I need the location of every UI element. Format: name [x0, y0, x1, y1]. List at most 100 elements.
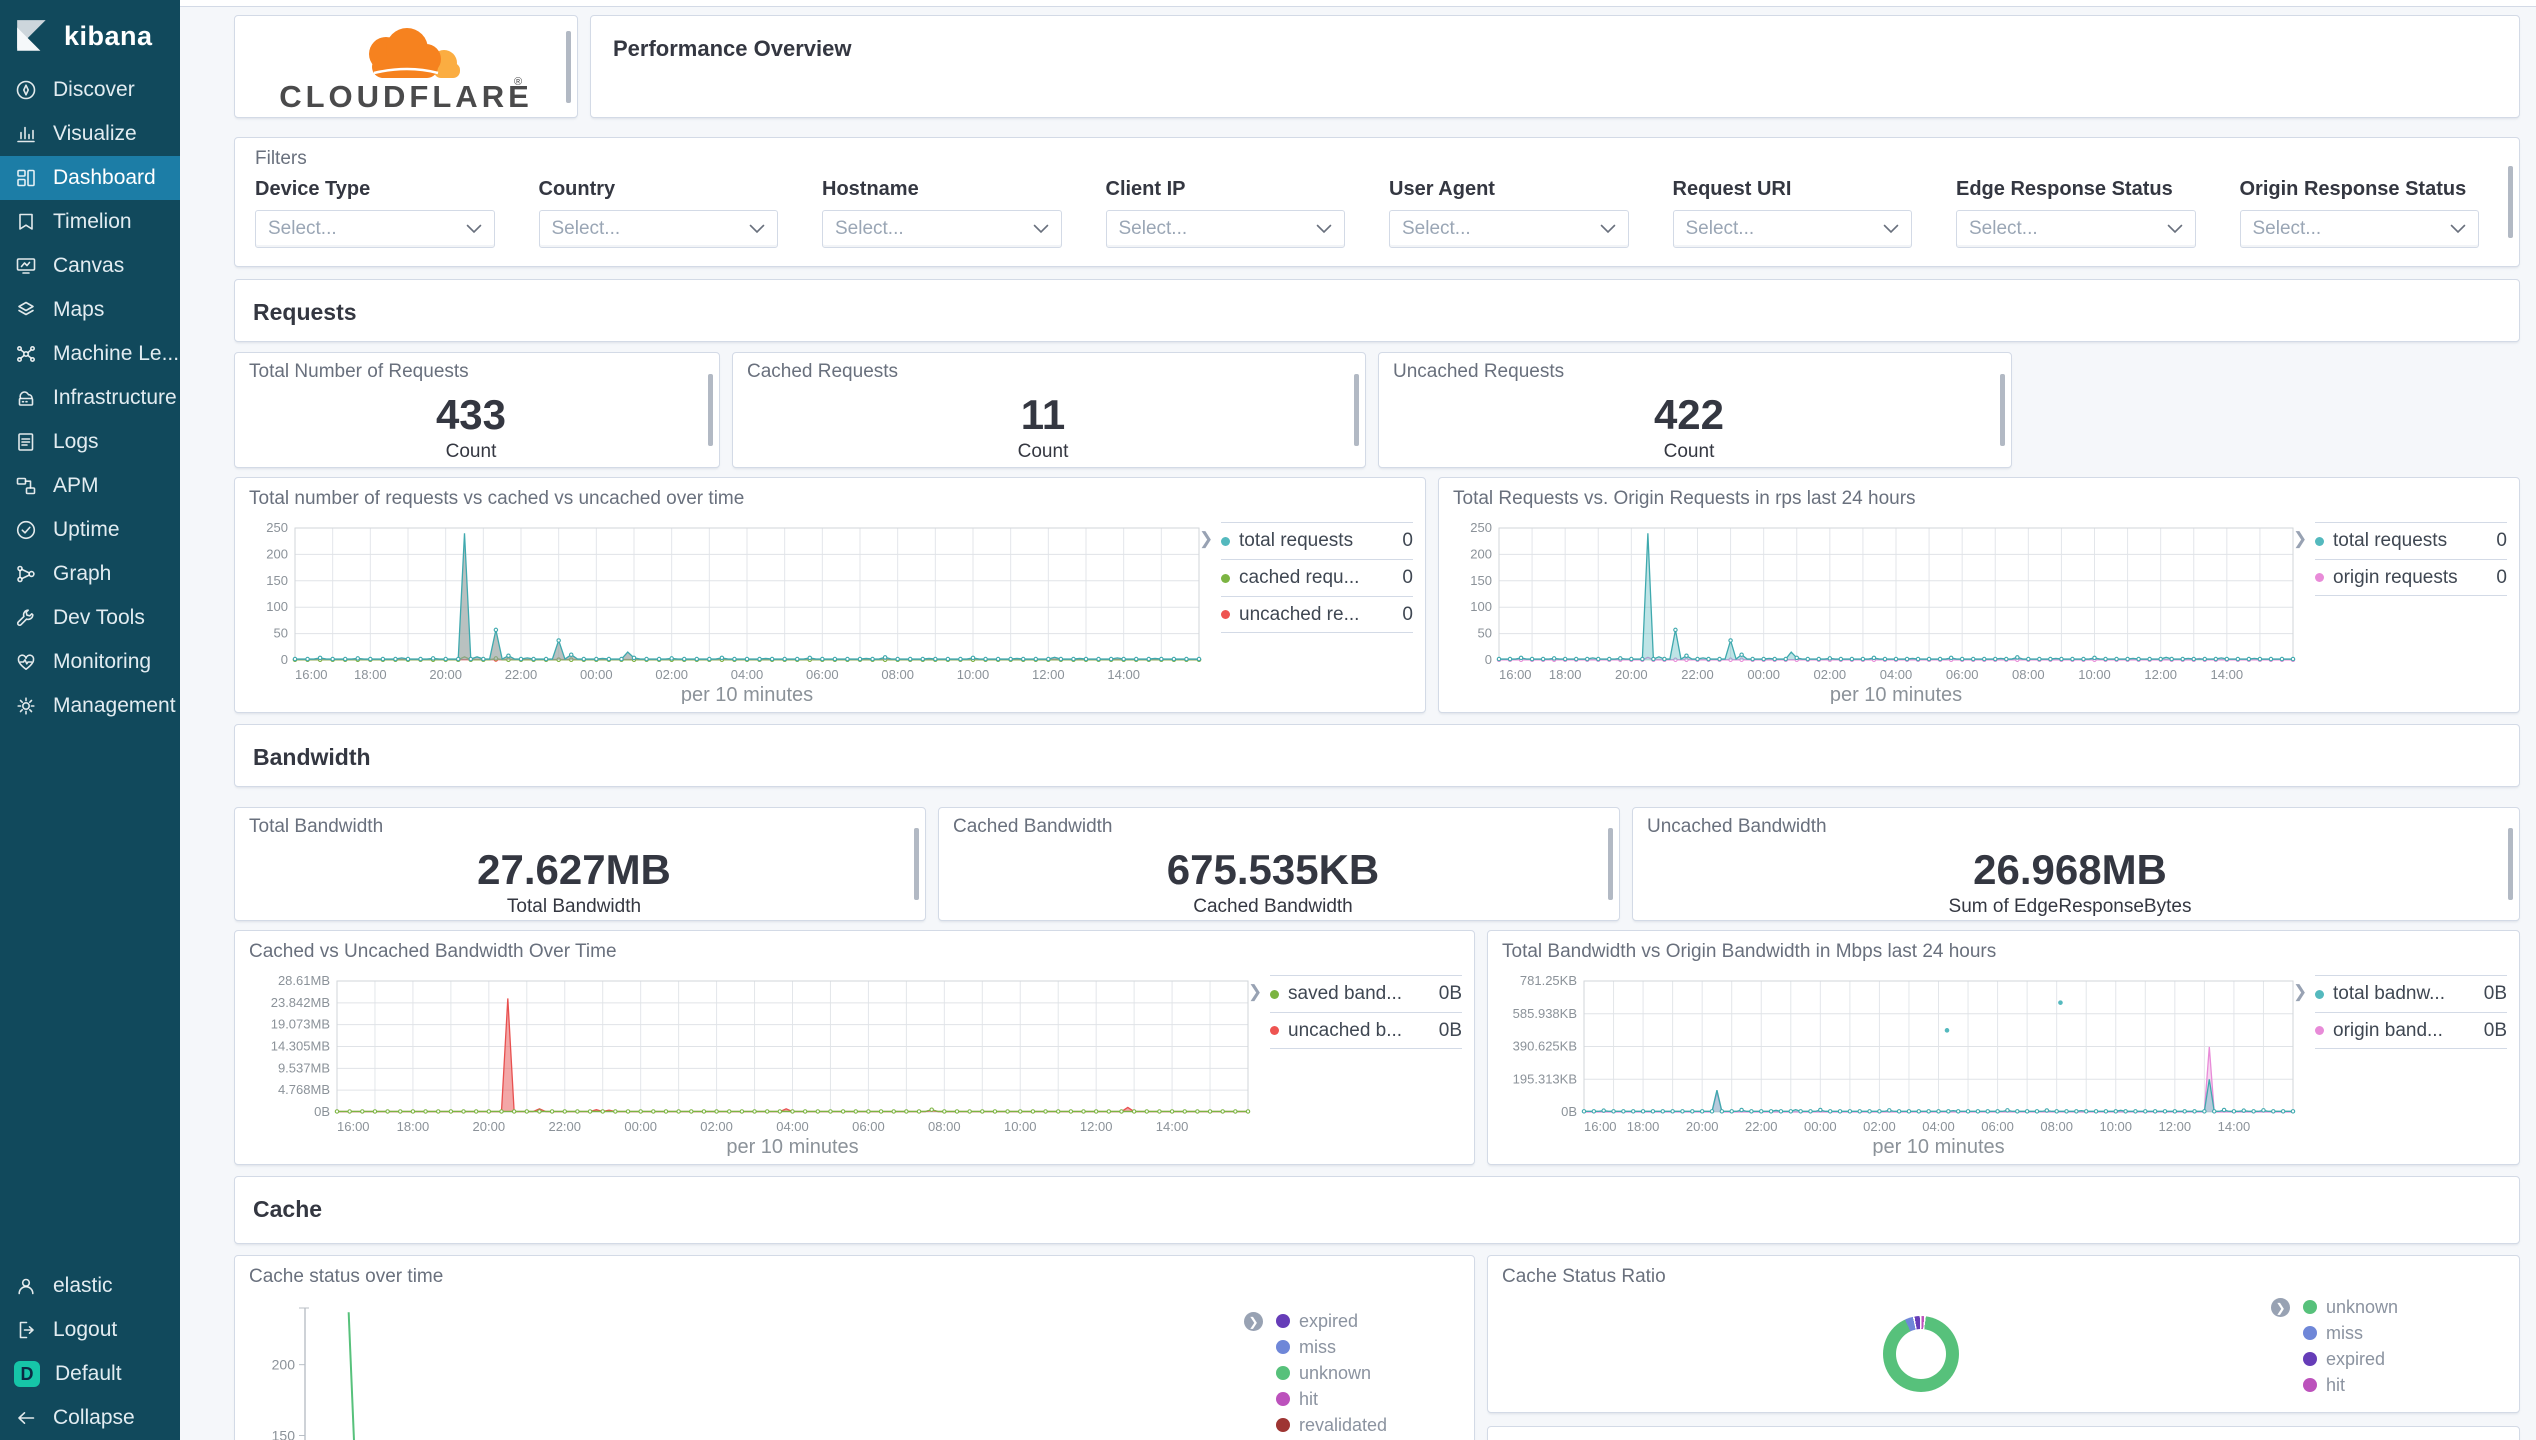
legend-item-saved-band[interactable]: saved band... 0B	[1270, 975, 1462, 1012]
sidebar-item-logs[interactable]: Logs	[0, 420, 180, 464]
legend-item-unknown[interactable]: unknown	[1276, 1360, 1446, 1386]
panel-drag-handle[interactable]	[914, 828, 919, 900]
chart-legend: ❯ unknown miss expired hit	[2271, 1294, 2473, 1398]
panel-requests-over-time: Total number of requests vs cached vs un…	[234, 477, 1426, 713]
sidebar-item-label: Uptime	[53, 518, 120, 541]
legend-item-cached-requ[interactable]: cached requ... 0	[1221, 559, 1413, 596]
sidebar-item-monitoring[interactable]: Monitoring	[0, 640, 180, 684]
panel-requests-vs-origin: Total Requests vs. Origin Requests in rp…	[1438, 477, 2520, 713]
sidebar-item-logout[interactable]: Logout	[0, 1308, 180, 1352]
sidebar-item-elastic[interactable]: elastic	[0, 1264, 180, 1308]
metric-cached-requests: Cached Requests 11 Count	[732, 352, 1366, 468]
chart-title: Cache status over time	[249, 1266, 444, 1287]
metric-value: 27.627MB	[477, 846, 671, 893]
filter-select-user-agent[interactable]: Select...	[1389, 210, 1629, 248]
legend-item-uncached-b[interactable]: uncached b... 0B	[1270, 1012, 1462, 1049]
svg-text:12:00: 12:00	[1032, 667, 1065, 682]
svg-text:18:00: 18:00	[354, 667, 387, 682]
legend-value: 0	[1402, 530, 1413, 551]
filter-select-edge-response-status[interactable]: Select...	[1956, 210, 2196, 248]
sidebar-item-maps[interactable]: Maps	[0, 288, 180, 332]
chart-canvas: 0 50 100 150 200 250 16:00 18:00 20:00 22:00 00:00…	[1453, 520, 2301, 706]
sidebar-item-infrastructure[interactable]: Infrastructure	[0, 376, 180, 420]
collapse-icon	[18, 1412, 35, 1424]
svg-text:08:00: 08:00	[2012, 667, 2045, 682]
filter-select-hostname[interactable]: Select...	[822, 210, 1062, 248]
legend-color-dot	[2315, 1026, 2324, 1035]
svg-text:14.305MB: 14.305MB	[271, 1039, 330, 1054]
svg-text:10:00: 10:00	[957, 667, 990, 682]
sidebar-item-discover[interactable]: Discover	[0, 68, 180, 112]
legend-item-origin-requests[interactable]: origin requests 0	[2315, 559, 2507, 596]
sidebar-item-timelion[interactable]: Timelion	[0, 200, 180, 244]
filter-label: Client IP	[1105, 178, 1186, 200]
panel-drag-handle[interactable]	[1354, 374, 1359, 446]
legend-collapse-icon[interactable]: ❯	[1199, 530, 1213, 547]
panel-drag-handle[interactable]	[566, 30, 571, 103]
filter-select-origin-response-status[interactable]: Select...	[2239, 210, 2479, 248]
sidebar-item-canvas[interactable]: Canvas	[0, 244, 180, 288]
panel-drag-handle[interactable]	[1608, 828, 1613, 900]
filter-select-country[interactable]: Select...	[538, 210, 778, 248]
legend-collapse-icon[interactable]: ❯	[1248, 983, 1262, 1000]
legend-item-revalidated[interactable]: revalidated	[1276, 1412, 1446, 1438]
sidebar-item-dev-tools[interactable]: Dev Tools	[0, 596, 180, 640]
legend-label: uncached b...	[1288, 1019, 1403, 1041]
legend-item-uncached-re[interactable]: uncached re... 0	[1221, 596, 1413, 633]
legend-item-origin-band[interactable]: origin band... 0B	[2315, 1012, 2507, 1049]
legend-label: miss	[2326, 1322, 2363, 1343]
sidebar-item-graph[interactable]: Graph	[0, 552, 180, 596]
svg-text:12:00: 12:00	[2159, 1119, 2192, 1134]
sidebar-item-collapse[interactable]: Collapse	[0, 1396, 180, 1440]
panel-drag-handle[interactable]	[2508, 828, 2513, 900]
sidebar-item-label: Visualize	[53, 122, 137, 145]
legend-label: origin requests	[2333, 566, 2458, 588]
cloudflare-wordmark: CLOUDFLARE	[279, 79, 533, 113]
panel-drag-handle[interactable]	[2508, 166, 2513, 238]
machine-le-icon	[16, 346, 35, 363]
legend-item-hit[interactable]: hit	[1276, 1386, 1446, 1412]
legend-item-miss[interactable]: miss	[2303, 1320, 2473, 1346]
filter-select-device-type[interactable]: Select...	[255, 210, 495, 248]
select-placeholder: Select...	[551, 218, 621, 239]
panel-drag-handle[interactable]	[2000, 374, 2005, 446]
svg-text:16:00: 16:00	[1584, 1119, 1617, 1134]
sidebar-item-visualize[interactable]: Visualize	[0, 112, 180, 156]
legend-collapse-icon[interactable]: ❯	[2293, 530, 2307, 547]
legend-item-hit[interactable]: hit	[2303, 1372, 2473, 1398]
sidebar-item-machine-le[interactable]: Machine Le...	[0, 332, 180, 376]
filter-group-country: Country Select...	[538, 178, 778, 248]
filter-select-request-uri[interactable]: Select...	[1672, 210, 1912, 248]
legend-collapse-icon[interactable]: ❯	[1244, 1312, 1263, 1331]
legend-item-total-badnw[interactable]: total badnw... 0B	[2315, 975, 2507, 1012]
chart-canvas: 0B 195.313KB 390.625KB 585.938KB 781.25KB 16:…	[1502, 973, 2301, 1158]
svg-text:10:00: 10:00	[2078, 667, 2111, 682]
svg-text:per 10 minutes: per 10 minutes	[1872, 1136, 2004, 1156]
legend-collapse-icon[interactable]: ❯	[2293, 983, 2307, 1000]
sidebar-item-management[interactable]: Management	[0, 684, 180, 728]
legend-item-total-requests[interactable]: total requests 0	[1221, 522, 1413, 559]
legend-item-expired[interactable]: ❯ expired	[1244, 1308, 1446, 1334]
legend-collapse-icon[interactable]: ❯	[2271, 1298, 2290, 1317]
svg-text:10:00: 10:00	[1004, 1119, 1037, 1134]
svg-text:150: 150	[1470, 573, 1492, 588]
sidebar-item-default[interactable]: D Default	[0, 1352, 180, 1396]
sidebar-item-dashboard[interactable]: Dashboard	[0, 156, 180, 200]
legend-value: 0B	[2483, 1019, 2507, 1041]
legend-item-miss[interactable]: miss	[1276, 1334, 1446, 1360]
sidebar-item-uptime[interactable]: Uptime	[0, 508, 180, 552]
filter-select-client-ip[interactable]: Select...	[1105, 210, 1345, 248]
canvas-icon	[16, 258, 36, 274]
metric-title: Uncached Requests	[1393, 361, 1565, 382]
svg-text:12:00: 12:00	[1080, 1119, 1113, 1134]
legend-label: saved band...	[1288, 983, 1403, 1004]
panel-drag-handle[interactable]	[708, 374, 713, 446]
metric-uncached-bandwidth: Uncached Bandwidth 26.968MB Sum of EdgeR…	[1632, 807, 2520, 921]
legend-item-expired[interactable]: expired	[2303, 1346, 2473, 1372]
legend-item-unknown[interactable]: ❯ unknown	[2271, 1294, 2473, 1320]
legend-item-total-requests[interactable]: total requests 0	[2315, 522, 2507, 559]
svg-text:02:00: 02:00	[1814, 667, 1847, 682]
sidebar-item-apm[interactable]: APM	[0, 464, 180, 508]
filter-group-user-agent: User Agent Select...	[1389, 178, 1629, 248]
metric-title: Uncached Bandwidth	[1647, 816, 1827, 837]
